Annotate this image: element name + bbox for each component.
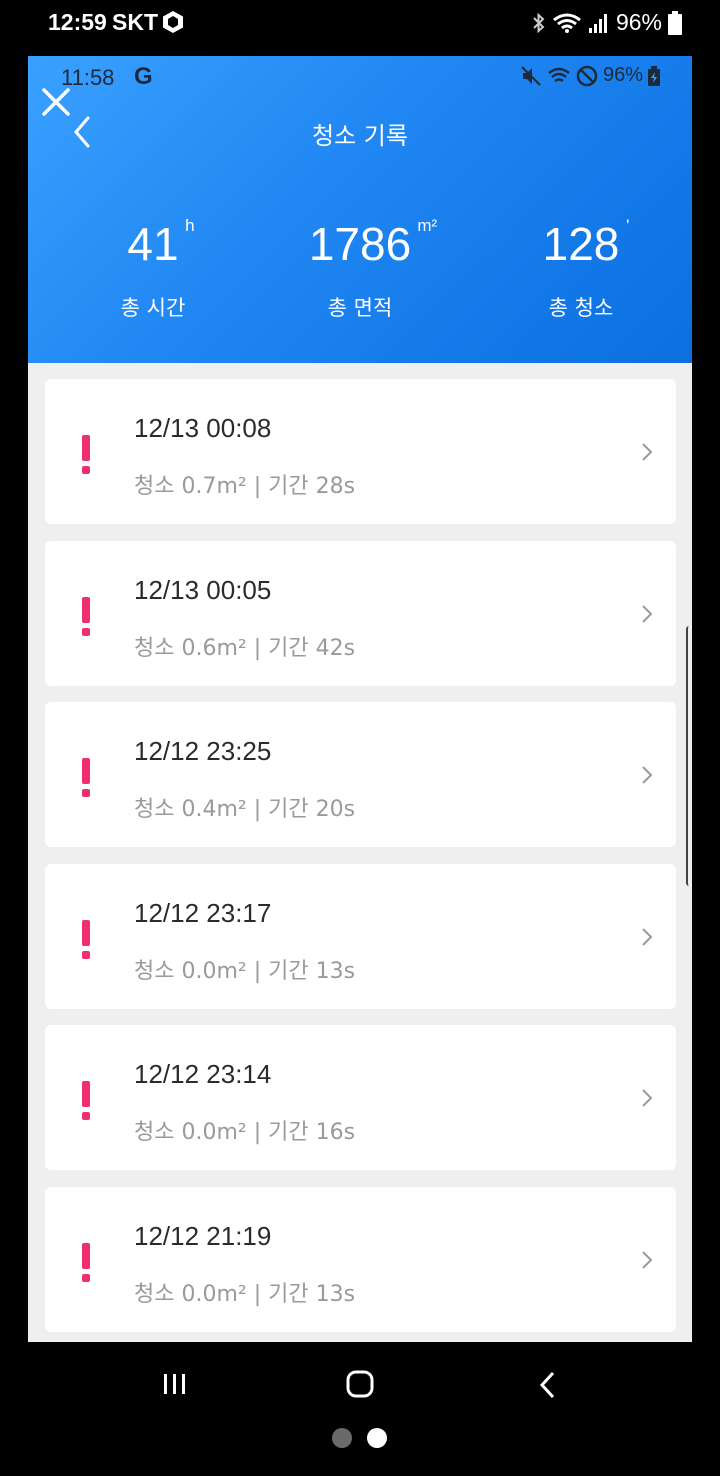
app-wifi-icon — [548, 67, 570, 82]
stat-value: 1786 — [308, 218, 412, 270]
device-status-icons: 96% — [532, 9, 682, 36]
app-battery-percent: 96% — [602, 64, 643, 86]
bluetooth-icon — [533, 12, 545, 33]
device-clock: 12:59 — [48, 9, 107, 35]
google-icon: G — [134, 63, 153, 90]
record-info: 청소 0.0m² | 기간 13s — [134, 1281, 356, 1307]
carrier-label: SKT — [112, 9, 158, 35]
alert-icon — [82, 435, 90, 474]
summary-stats: 41 h 총 시간 1786 m² 총 면적 128 ' 총 청소 — [28, 216, 692, 326]
battery-icon — [668, 10, 682, 35]
stat-total-area: 1786 m² 총 면적 — [250, 216, 470, 322]
charging-battery-icon — [648, 65, 660, 86]
page-indicator — [332, 1428, 387, 1448]
stat-unit: h — [185, 216, 195, 235]
record-info: 청소 0.6m² | 기간 42s — [134, 635, 356, 661]
record-info: 청소 0.4m² | 기간 20s — [134, 797, 356, 822]
device-battery-percent: 96% — [615, 9, 662, 35]
record-datetime: 12/12 21:19 — [134, 1220, 272, 1251]
wifi-icon — [553, 13, 581, 33]
chevron-right-icon — [642, 1089, 653, 1107]
record-datetime: 12/12 23:25 — [134, 736, 272, 766]
app-screen: 11:58 G 96% 청소 기록 41 h 총 시간 1786 m² 총 면적… — [28, 56, 692, 1342]
chevron-right-icon — [642, 766, 653, 784]
stat-total-cleanings: 128 ' 총 청소 — [471, 216, 691, 322]
record-datetime: 12/13 00:05 — [134, 574, 272, 605]
home-icon[interactable] — [346, 1370, 374, 1398]
page-title: 청소 기록 — [312, 122, 408, 150]
record-datetime: 12/12 23:14 — [134, 1059, 272, 1089]
recents-icon[interactable] — [162, 1372, 188, 1396]
record-item[interactable]: 12/12 23:25 청소 0.4m² | 기간 20s — [45, 702, 676, 847]
alert-icon — [82, 596, 90, 636]
summary-header: 11:58 G 96% 청소 기록 41 h 총 시간 1786 m² 총 면적… — [28, 56, 692, 363]
app-status-icons: 96% — [520, 64, 660, 87]
signal-icon — [588, 13, 607, 33]
record-info: 청소 0.0m² | 기간 16s — [134, 1120, 356, 1145]
chevron-right-icon — [642, 604, 653, 623]
alert-icon — [82, 1242, 90, 1282]
chevron-right-icon — [642, 443, 653, 461]
record-item[interactable]: 12/12 23:14 청소 0.0m² | 기간 16s — [45, 1025, 676, 1170]
alert-icon — [82, 919, 90, 959]
record-info: 청소 0.7m² | 기간 28s — [134, 474, 356, 499]
device-status-bar: 12:59 SKT 96% — [0, 0, 720, 46]
record-item[interactable]: 12/12 23:17 청소 0.0m² | 기간 13s — [45, 863, 676, 1009]
stat-label: 총 면적 — [327, 296, 393, 320]
nav-back-icon[interactable] — [538, 1370, 556, 1400]
alert-icon — [82, 1081, 90, 1120]
chevron-right-icon — [642, 1250, 653, 1269]
page-dot-active[interactable] — [367, 1428, 387, 1448]
do-not-disturb-icon — [576, 65, 598, 86]
stat-label: 총 시간 — [120, 296, 186, 320]
carrier-logo-icon — [163, 11, 183, 33]
app-status-bar: 11:58 G 96% — [28, 56, 692, 96]
mute-icon — [521, 65, 541, 86]
stat-total-time: 41 h 총 시간 — [43, 216, 263, 322]
record-list: 12/13 00:08 청소 0.7m² | 기간 28s 12/13 00:0… — [45, 379, 676, 1342]
stat-value: 128 — [542, 218, 620, 270]
record-item[interactable]: 12/13 00:08 청소 0.7m² | 기간 28s — [45, 379, 676, 524]
page-dot[interactable] — [332, 1428, 352, 1448]
scrollbar[interactable] — [686, 626, 694, 886]
record-info: 청소 0.0m² | 기간 13s — [134, 958, 356, 984]
stat-unit: ' — [626, 216, 630, 235]
chevron-right-icon — [642, 927, 653, 946]
record-item[interactable]: 12/13 00:05 청소 0.6m² | 기간 42s — [45, 540, 676, 686]
record-datetime: 12/13 00:08 — [134, 413, 272, 443]
stat-unit: m² — [417, 216, 438, 235]
stat-label: 총 청소 — [548, 296, 614, 320]
record-item[interactable]: 12/12 21:19 청소 0.0m² | 기간 13s — [45, 1186, 676, 1332]
stat-value: 41 — [127, 218, 179, 270]
record-datetime: 12/12 23:17 — [134, 897, 272, 928]
alert-icon — [82, 758, 90, 797]
system-navigation-bar — [0, 1342, 720, 1432]
